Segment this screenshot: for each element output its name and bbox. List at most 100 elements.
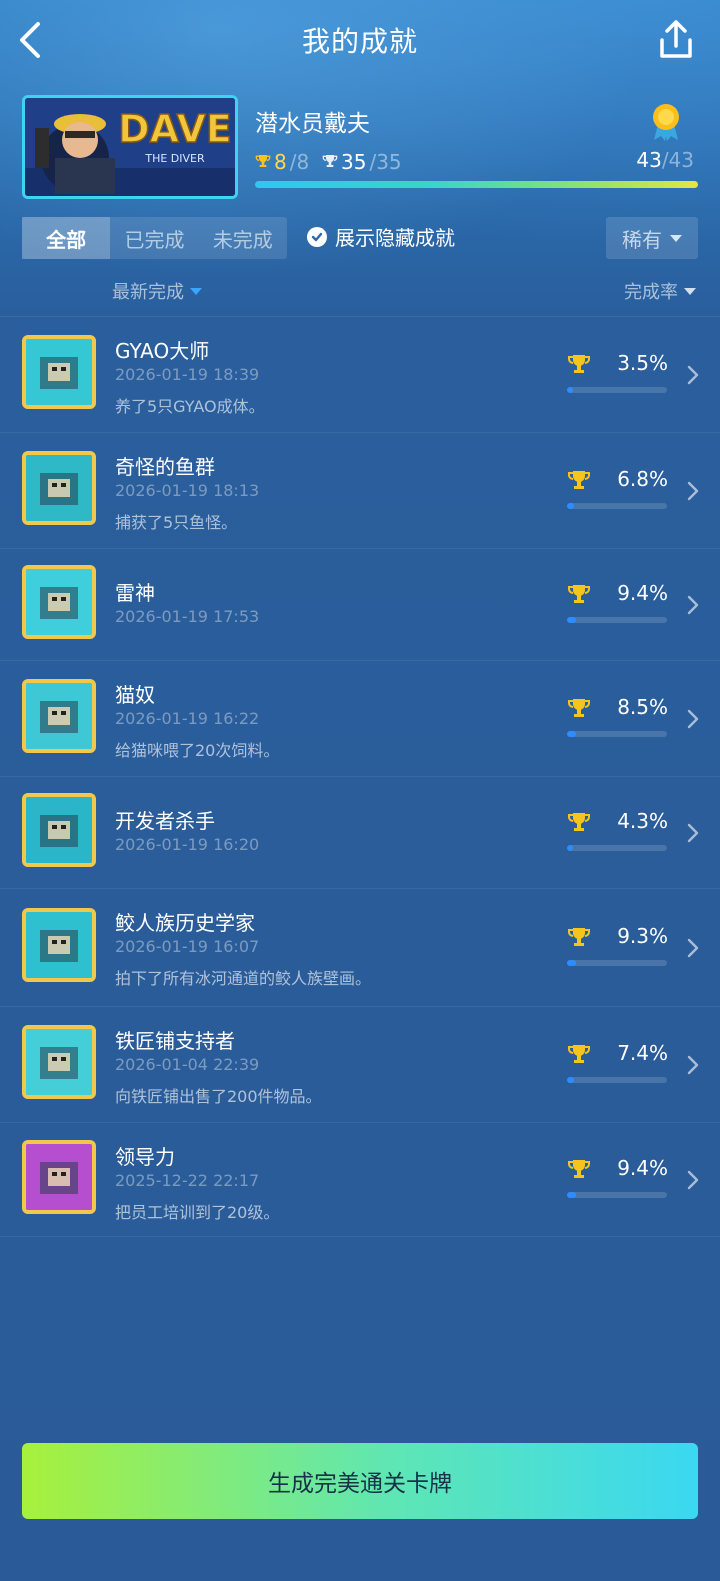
- achievement-name: 铁匠铺支持者: [115, 1029, 235, 1053]
- achievement-name: 开发者杀手: [115, 809, 215, 833]
- caret-down-icon: [190, 287, 202, 295]
- mural-icon: [22, 908, 96, 982]
- completion-rate: 7.4%: [617, 1041, 668, 1065]
- completion-rate-bar: [567, 387, 667, 393]
- caret-down-icon: [684, 287, 696, 295]
- fish-5-icon: [22, 335, 96, 409]
- achievement-time: 2026-01-19 18:13: [115, 481, 260, 500]
- completion-rate-fill: [567, 731, 576, 737]
- achievement-time: 2026-01-19 16:22: [115, 709, 260, 728]
- caret-down-icon: [670, 234, 682, 242]
- blacksmith-icon: [22, 1025, 96, 1099]
- achievement-time: 2026-01-19 16:20: [115, 835, 260, 854]
- medal-icon: [653, 104, 679, 141]
- gold-trophy-stat: 8 /8: [255, 150, 309, 174]
- generate-card-button[interactable]: 生成完美通关卡牌: [22, 1443, 698, 1519]
- completion-rate-fill: [567, 617, 577, 623]
- achievement-row[interactable]: GYAO大师 2026-01-19 18:39 养了5只GYAO成体。 3.5%: [0, 317, 720, 433]
- completion-rate-fill: [567, 1192, 577, 1198]
- silver-trophy-icon: [322, 155, 338, 167]
- game-cover-art: DAVE THE DIVER: [25, 98, 235, 196]
- achievement-desc: 给猫咪喂了20次饲料。: [115, 741, 280, 760]
- achievement-time: 2026-01-19 16:07: [115, 937, 260, 956]
- achievement-desc: 把员工培训到了20级。: [115, 1203, 280, 1222]
- completion-rate: 8.5%: [617, 695, 668, 719]
- completion-rate: 9.4%: [617, 581, 668, 605]
- chevron-right-icon: [687, 365, 699, 385]
- gold-trophy-icon: [568, 928, 590, 946]
- sort-completion-rate[interactable]: 完成率: [624, 278, 696, 304]
- page-title: 我的成就: [301, 25, 418, 58]
- chevron-right-icon: [687, 1055, 699, 1075]
- rarity-label: 稀有: [622, 227, 662, 252]
- completion-rate: 9.4%: [617, 1156, 668, 1180]
- gold-trophy-icon: [255, 155, 271, 167]
- achievement-row[interactable]: 开发者杀手 2026-01-19 16:20 4.3%: [0, 777, 720, 889]
- completion-rate: 6.8%: [617, 467, 668, 491]
- achievement-name: 雷神: [115, 581, 155, 605]
- total-all: /43: [661, 148, 694, 172]
- achievement-name: 鲛人族历史学家: [115, 911, 255, 935]
- gold-trophy-icon: [568, 813, 590, 831]
- achievement-time: 2026-01-19 17:53: [115, 607, 260, 626]
- svg-text:DAVE: DAVE: [118, 107, 232, 151]
- rarity-dropdown[interactable]: 稀有: [606, 217, 698, 259]
- game-title: 潜水员戴夫: [255, 111, 370, 137]
- achievement-name: 猫奴: [115, 683, 155, 707]
- completion-rate-bar: [567, 845, 667, 851]
- completion-rate-bar: [567, 1077, 667, 1083]
- chevron-right-icon: [687, 823, 699, 843]
- achievement-desc: 拍下了所有冰河通道的鲛人族壁画。: [115, 969, 372, 988]
- completion-rate: 4.3%: [617, 809, 668, 833]
- achievement-time: 2025-12-22 22:17: [115, 1171, 260, 1190]
- chevron-right-icon: [687, 938, 699, 958]
- achievement-time: 2026-01-19 18:39: [115, 365, 260, 384]
- total-achievement-count: 43/43: [636, 148, 694, 172]
- gold-trophy-icon: [568, 1045, 590, 1063]
- achievement-row[interactable]: 领导力 2025-12-22 22:17 把员工培训到了20级。 9.4%: [0, 1123, 720, 1237]
- sort-rate-label: 完成率: [624, 282, 678, 303]
- silver-total: /35: [369, 150, 402, 174]
- silver-count: 35: [341, 150, 367, 174]
- achievement-row[interactable]: 铁匠铺支持者 2026-01-04 22:39 向铁匠铺出售了200件物品。 7…: [0, 1007, 720, 1123]
- chevron-right-icon: [687, 481, 699, 501]
- completion-rate-fill: [567, 503, 574, 509]
- achievement-row[interactable]: 奇怪的鱼群 2026-01-19 18:13 捕获了5只鱼怪。 6.8%: [0, 433, 720, 549]
- tab-all[interactable]: 全部: [22, 217, 111, 259]
- sort-latest[interactable]: 最新完成: [112, 278, 202, 304]
- gold-trophy-icon: [568, 355, 590, 373]
- achievement-list: GYAO大师 2026-01-19 18:39 养了5只GYAO成体。 3.5%: [0, 317, 720, 1237]
- achievement-name: 奇怪的鱼群: [115, 455, 215, 479]
- completion-rate-fill: [567, 1077, 575, 1083]
- leader-20-icon: [22, 1140, 96, 1214]
- completion-rate-fill: [567, 845, 573, 851]
- achievement-desc: 养了5只GYAO成体。: [115, 397, 265, 416]
- completion-rate-bar: [567, 617, 667, 623]
- gold-trophy-icon: [568, 585, 590, 603]
- show-hidden-toggle[interactable]: 展示隐藏成就: [307, 222, 455, 251]
- gold-total: /8: [289, 150, 310, 174]
- gold-trophy-icon: [568, 1160, 590, 1178]
- share-button[interactable]: [654, 18, 698, 62]
- app-header: 我的成就: [0, 0, 720, 80]
- completion-rate: 3.5%: [617, 351, 668, 375]
- gold-trophy-icon: [568, 699, 590, 717]
- achievement-row[interactable]: 猫奴 2026-01-19 16:22 给猫咪喂了20次饲料。 8.5%: [0, 661, 720, 777]
- achievement-row[interactable]: 鲛人族历史学家 2026-01-19 16:07 拍下了所有冰河通道的鲛人族壁画…: [0, 889, 720, 1007]
- game-cover[interactable]: DAVE THE DIVER: [22, 95, 238, 199]
- chevron-right-icon: [687, 709, 699, 729]
- achievement-time: 2026-01-04 22:39: [115, 1055, 260, 1074]
- status-filter: 全部 已完成 未完成: [22, 217, 287, 259]
- overall-progress-bar: [255, 181, 698, 188]
- gold-trophy-icon: [568, 471, 590, 489]
- achievement-row[interactable]: 雷神 2026-01-19 17:53 9.4%: [0, 549, 720, 661]
- achievement-desc: 捕获了5只鱼怪。: [115, 513, 238, 532]
- tab-completed[interactable]: 已完成: [110, 217, 198, 259]
- chevron-right-icon: [687, 1170, 699, 1190]
- completion-rate: 9.3%: [617, 924, 668, 948]
- completion-rate-fill: [567, 387, 573, 393]
- fish-monster-icon: [22, 451, 96, 525]
- achievement-name: GYAO大师: [115, 339, 210, 363]
- svg-text:THE DIVER: THE DIVER: [144, 152, 205, 165]
- tab-incomplete[interactable]: 未完成: [199, 217, 287, 259]
